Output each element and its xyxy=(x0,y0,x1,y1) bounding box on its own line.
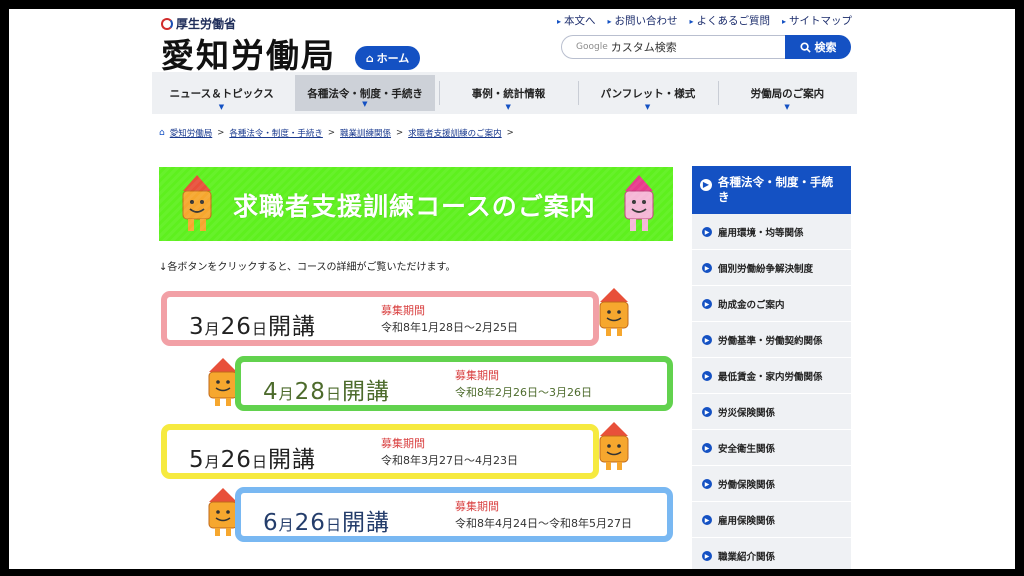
utility-links: ▸ 本文へ ▸ お問い合わせ ▸ よくあるご質問 ▸ サイトマップ xyxy=(557,13,852,28)
util-link-contact[interactable]: ▸ お問い合わせ xyxy=(607,13,677,28)
course-start-date: 6月26日開講 xyxy=(263,510,390,536)
course-button-june[interactable]: 6月26日開講 募集期間 令和8年4月24日～令和8年5月27日 xyxy=(235,487,673,542)
sidebar-item-employment-equality[interactable]: ▶ 雇用環境・均等関係 xyxy=(692,214,851,250)
nav-item-pamphlets[interactable]: パンフレット・様式 ▼ xyxy=(578,72,717,114)
search-icon xyxy=(799,41,811,53)
chevron-down-icon: ▼ xyxy=(644,103,651,111)
sidebar-item-subsidies[interactable]: ▶ 助成金のご案内 xyxy=(692,286,851,322)
pencil-mascot-pink-icon xyxy=(624,175,654,231)
chevron-down-icon: ▼ xyxy=(362,100,368,108)
nav-item-news[interactable]: ニュース＆トピックス ▼ xyxy=(152,72,291,114)
sidebar-item-minimum-wage[interactable]: ▶ 最低賃金・家内労働関係 xyxy=(692,358,851,394)
sidebar-item-safety-health[interactable]: ▶ 安全衛生関係 xyxy=(692,430,851,466)
chevron-right-icon: ▶ xyxy=(702,443,712,453)
home-button-label: ホーム xyxy=(376,52,410,65)
course-start-date: 4月28日開講 xyxy=(263,379,390,405)
search-input[interactable]: Google カスタム検索 xyxy=(561,35,787,59)
course-button-may[interactable]: 5月26日開講 募集期間 令和8年3月27日～4月23日 xyxy=(161,424,599,479)
breadcrumb-link-laws[interactable]: 各種法令・制度・手続き xyxy=(229,127,323,139)
site-title[interactable]: 愛知労働局 xyxy=(161,29,336,77)
recruitment-period: 令和8年4月24日～令和8年5月27日 xyxy=(455,517,632,530)
util-link-faq[interactable]: ▸ よくあるご質問 xyxy=(689,13,770,28)
intro-text: ↓各ボタンをクリックすると、コースの詳細がご覧いただけます。 xyxy=(159,262,456,273)
chevron-right-icon: ▶ xyxy=(702,263,712,273)
chevron-right-icon: ▶ xyxy=(702,299,712,309)
nav-item-laws[interactable]: 各種法令・制度・手続き ▼ xyxy=(295,75,435,111)
recruitment-period: 令和8年3月27日～4月23日 xyxy=(381,454,518,467)
breadcrumb-link-current[interactable]: 求職者支援訓練のご案内 xyxy=(408,127,502,139)
chevron-right-icon: ▶ xyxy=(700,179,712,191)
arrow-right-icon: ▸ xyxy=(689,17,694,26)
search-brand: Google xyxy=(576,42,608,52)
breadcrumb: ⌂ 愛知労働局 > 各種法令・制度・手続き > 職業訓練関係 > 求職者支援訓練… xyxy=(159,127,514,139)
util-link-main[interactable]: ▸ 本文へ xyxy=(557,13,596,28)
chevron-down-icon: ▼ xyxy=(218,103,225,111)
course-button-april[interactable]: 4月28日開講 募集期間 令和8年2月26日～3月26日 xyxy=(235,356,673,411)
global-nav: ニュース＆トピックス ▼ 各種法令・制度・手続き ▼ 事例・統計情報 ▼ パンフレット… xyxy=(152,72,857,114)
search-placeholder: カスタム検索 xyxy=(610,41,677,54)
sidebar-item-employment-insurance[interactable]: ▶ 雇用保険関係 xyxy=(692,502,851,538)
chevron-down-icon: ▼ xyxy=(784,103,790,111)
course-start-date: 3月26日開講 xyxy=(189,314,316,340)
sidebar-item-labor-insurance[interactable]: ▶ 労働保険関係 xyxy=(692,466,851,502)
arrow-right-icon: ▸ xyxy=(781,17,786,26)
chevron-right-icon: ▶ xyxy=(702,551,712,561)
search-button-label: 検索 xyxy=(814,41,837,54)
home-icon: ⌂ xyxy=(365,51,374,65)
breadcrumb-link-top[interactable]: 愛知労働局 xyxy=(170,127,213,139)
util-link-sitemap[interactable]: ▸ サイトマップ xyxy=(782,13,852,28)
page-banner: 求職者支援訓練コースのご案内 xyxy=(159,167,673,241)
chevron-right-icon: ▶ xyxy=(702,515,712,525)
recruitment-period: 令和8年1月28日～2月25日 xyxy=(381,321,518,334)
sidebar-item-labor-standards[interactable]: ▶ 労働基準・労働契約関係 xyxy=(692,322,851,358)
recruitment-period: 令和8年2月26日～3月26日 xyxy=(455,386,592,399)
chevron-right-icon: ▶ xyxy=(702,407,712,417)
breadcrumb-separator: > xyxy=(217,128,225,138)
breadcrumb-link-training[interactable]: 職業訓練関係 xyxy=(340,127,391,139)
chevron-right-icon: ▶ xyxy=(702,335,712,345)
pencil-mascot-orange-icon xyxy=(182,175,212,231)
nav-item-about[interactable]: 労働局のご案内 ▼ xyxy=(717,72,857,114)
pencil-mascot-icon xyxy=(599,288,629,336)
breadcrumb-separator: > xyxy=(327,128,335,138)
breadcrumb-separator: > xyxy=(396,128,404,138)
sidebar-item-workers-compensation[interactable]: ▶ 労災保険関係 xyxy=(692,394,851,430)
ministry-mark-icon xyxy=(161,17,173,30)
recruitment-period-label: 募集期間 xyxy=(455,500,499,513)
course-start-date: 5月26日開講 xyxy=(189,447,316,473)
pencil-mascot-icon xyxy=(599,422,629,470)
home-icon: ⌂ xyxy=(159,128,165,138)
page: 厚生労働省 愛知労働局 ⌂ ホーム ▸ 本文へ ▸ お問い合わせ ▸ よくあるご質問 … xyxy=(9,9,1015,569)
sidebar-item-dispute-resolution[interactable]: ▶ 個別労働紛争解決制度 xyxy=(692,250,851,286)
sidebar-heading[interactable]: ▶ 各種法令・制度・手続き xyxy=(692,166,851,214)
recruitment-period-label: 募集期間 xyxy=(455,369,499,382)
recruitment-period-label: 募集期間 xyxy=(381,304,425,317)
sidebar-item-job-placement[interactable]: ▶ 職業紹介関係 xyxy=(692,538,851,569)
course-button-march[interactable]: 3月26日開講 募集期間 令和8年1月28日～2月25日 xyxy=(161,291,599,346)
arrow-right-icon: ▸ xyxy=(607,17,612,26)
banner-title: 求職者支援訓練コースのご案内 xyxy=(233,192,596,221)
chevron-right-icon: ▶ xyxy=(702,227,712,237)
arrow-right-icon: ▸ xyxy=(556,17,561,26)
search-button[interactable]: 検索 xyxy=(785,35,851,59)
nav-item-statistics[interactable]: 事例・統計情報 ▼ xyxy=(438,72,578,114)
chevron-right-icon: ▶ xyxy=(702,479,712,489)
chevron-right-icon: ▶ xyxy=(702,371,712,381)
sidebar-menu: ▶ 各種法令・制度・手続き ▶ 雇用環境・均等関係 ▶ 個別労働紛争解決制度 ▶ 助成… xyxy=(692,166,851,569)
chevron-down-icon: ▼ xyxy=(505,103,511,111)
home-button[interactable]: ⌂ ホーム xyxy=(355,46,420,70)
breadcrumb-separator: > xyxy=(506,128,514,138)
recruitment-period-label: 募集期間 xyxy=(381,437,425,450)
